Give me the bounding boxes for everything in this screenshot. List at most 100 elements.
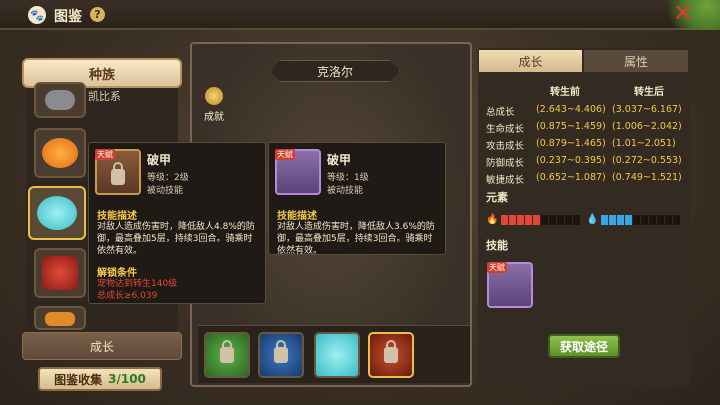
unlock-condition-1: 宠物达到转生140级: [97, 279, 178, 289]
growth-table: 总成长 (2.643~4.406) (3.037~6.167) 生命成长 (0.…: [486, 104, 686, 189]
lock-icon: [220, 340, 234, 363]
pet-slot-5[interactable]: [34, 306, 86, 330]
skill-level: 等级：2级: [147, 173, 189, 183]
locked-pet-slot-blue[interactable]: [258, 332, 304, 378]
element-segment: [609, 215, 617, 225]
fire-element-bar: 🔥: [486, 210, 581, 229]
table-row: 总成长 (2.643~4.406) (3.037~6.167): [486, 104, 686, 121]
paw-icon: 🐾: [28, 6, 46, 24]
talent-tag: 天赋: [95, 149, 115, 160]
talent-tag: 天赋: [487, 262, 507, 273]
unlock-title: 解锁条件: [97, 268, 137, 279]
col-header-after: 转生后: [634, 87, 664, 98]
lock-icon: [384, 340, 398, 363]
pet-portrait: [42, 138, 78, 168]
skill-name: 破甲: [327, 153, 352, 167]
row-after: (1.01~2.051): [612, 138, 676, 149]
pet-portrait: [45, 312, 75, 326]
element-segment: [501, 215, 509, 225]
row-label: 防御成长: [486, 158, 525, 169]
element-segment: [573, 215, 581, 225]
top-bar: [0, 0, 720, 30]
element-title: 元素: [486, 191, 508, 204]
element-segment: [525, 215, 533, 225]
skill-icon: 天赋: [95, 149, 141, 195]
water-drop-icon: 💧: [586, 214, 599, 225]
row-label: 攻击成长: [486, 141, 525, 152]
pet-portrait: [37, 196, 77, 230]
desc-title: 技能描述: [277, 211, 317, 222]
element-segment: [549, 215, 557, 225]
skill-name: 破甲: [147, 153, 172, 167]
row-label: 敏捷成长: [486, 175, 525, 186]
pet-name-banner: 克洛尔: [270, 60, 400, 82]
element-segment: [633, 215, 641, 225]
unlock-condition-2: 总成长≥6.039: [97, 291, 158, 301]
water-level-meter: [601, 210, 681, 229]
element-segment: [625, 215, 633, 225]
row-before: (0.875~1.459): [536, 121, 606, 132]
skill-title: 技能: [486, 239, 508, 252]
element-segment: [533, 215, 541, 225]
pet-slot-1[interactable]: [34, 82, 86, 118]
row-after: (0.749~1.521): [612, 172, 682, 183]
table-row: 攻击成长 (0.879~1.465) (1.01~2.051): [486, 138, 686, 155]
row-after: (1.006~2.042): [612, 121, 682, 132]
row-before: (0.879~1.465): [536, 138, 606, 149]
row-after: (0.272~0.553): [612, 155, 682, 166]
pet-slot-2[interactable]: [34, 128, 86, 178]
pet-slot-selected[interactable]: [28, 186, 86, 240]
skill-description: 对敌人造成伤害时，降低敌人3.6%的防御，最高叠加5层，持续3回合。骑乘时依然有…: [277, 222, 435, 256]
skill-description: 对敌人造成伤害时，降低敌人4.8%的防御，最高叠加5层，持续3回合。骑乘时依然有…: [97, 222, 255, 256]
skill-tooltip-current: 天赋 破甲 等级：1级 被动技能 技能描述 对敌人造成伤害时，降低敌人3.6%的…: [268, 142, 446, 256]
skill-icon: 天赋: [275, 149, 321, 195]
row-before: (2.643~4.406): [536, 104, 606, 115]
row-before: (0.652~1.087): [536, 172, 606, 183]
skill-type: 被动技能: [147, 186, 184, 196]
talent-tag: 天赋: [275, 149, 295, 160]
element-segment: [673, 215, 681, 225]
table-row: 防御成长 (0.237~0.395) (0.272~0.553): [486, 155, 686, 172]
skill-tooltip-locked: 天赋 破甲 等级：2级 被动技能 技能描述 对敌人造成伤害时，降低敌人4.8%的…: [88, 142, 266, 304]
pet-slot-cyan[interactable]: [314, 332, 360, 378]
collection-label: 图鉴收集: [54, 372, 103, 387]
collection-count: 3/100: [108, 372, 146, 386]
element-segment: [565, 215, 573, 225]
help-icon[interactable]: ?: [90, 7, 105, 22]
tab-attributes[interactable]: 属性: [584, 50, 688, 72]
lock-icon: [274, 340, 288, 363]
fire-icon: 🔥: [486, 214, 499, 225]
element-segment: [541, 215, 549, 225]
element-segment: [517, 215, 525, 225]
page-title: 图鉴: [54, 9, 82, 25]
trophy-icon[interactable]: [205, 87, 223, 105]
pet-slot-4[interactable]: [34, 248, 86, 298]
element-segment: [641, 215, 649, 225]
element-segment: [649, 215, 657, 225]
close-button[interactable]: ✕: [672, 1, 694, 25]
locked-pet-slot-red[interactable]: [368, 332, 414, 378]
growth-tab[interactable]: 成长: [22, 332, 182, 360]
pet-portrait: [42, 256, 78, 290]
element-segment: [617, 215, 625, 225]
row-label: 生命成长: [486, 124, 525, 135]
element-segment: [665, 215, 673, 225]
table-row: 敏捷成长 (0.652~1.087) (0.749~1.521): [486, 172, 686, 189]
collection-button[interactable]: 图鉴收集 3/100: [38, 367, 162, 391]
lock-icon: [111, 162, 125, 185]
water-element-bar: 💧: [586, 210, 681, 229]
locked-pet-slot-green[interactable]: [204, 332, 250, 378]
element-segment: [657, 215, 665, 225]
tab-growth[interactable]: 成长: [479, 50, 582, 72]
table-row: 生命成长 (0.875~1.459) (1.006~2.042): [486, 121, 686, 138]
row-after: (3.037~6.167): [612, 104, 682, 115]
element-segment: [509, 215, 517, 225]
obtain-method-button[interactable]: 获取途径: [548, 334, 620, 358]
row-before: (0.237~0.395): [536, 155, 606, 166]
element-segment: [601, 215, 609, 225]
achievement-label: 成就: [204, 112, 224, 123]
fire-level-meter: [501, 210, 581, 229]
desc-title: 技能描述: [97, 211, 137, 222]
skill-slot-icon[interactable]: 天赋: [487, 262, 533, 308]
skill-type: 被动技能: [327, 186, 364, 196]
